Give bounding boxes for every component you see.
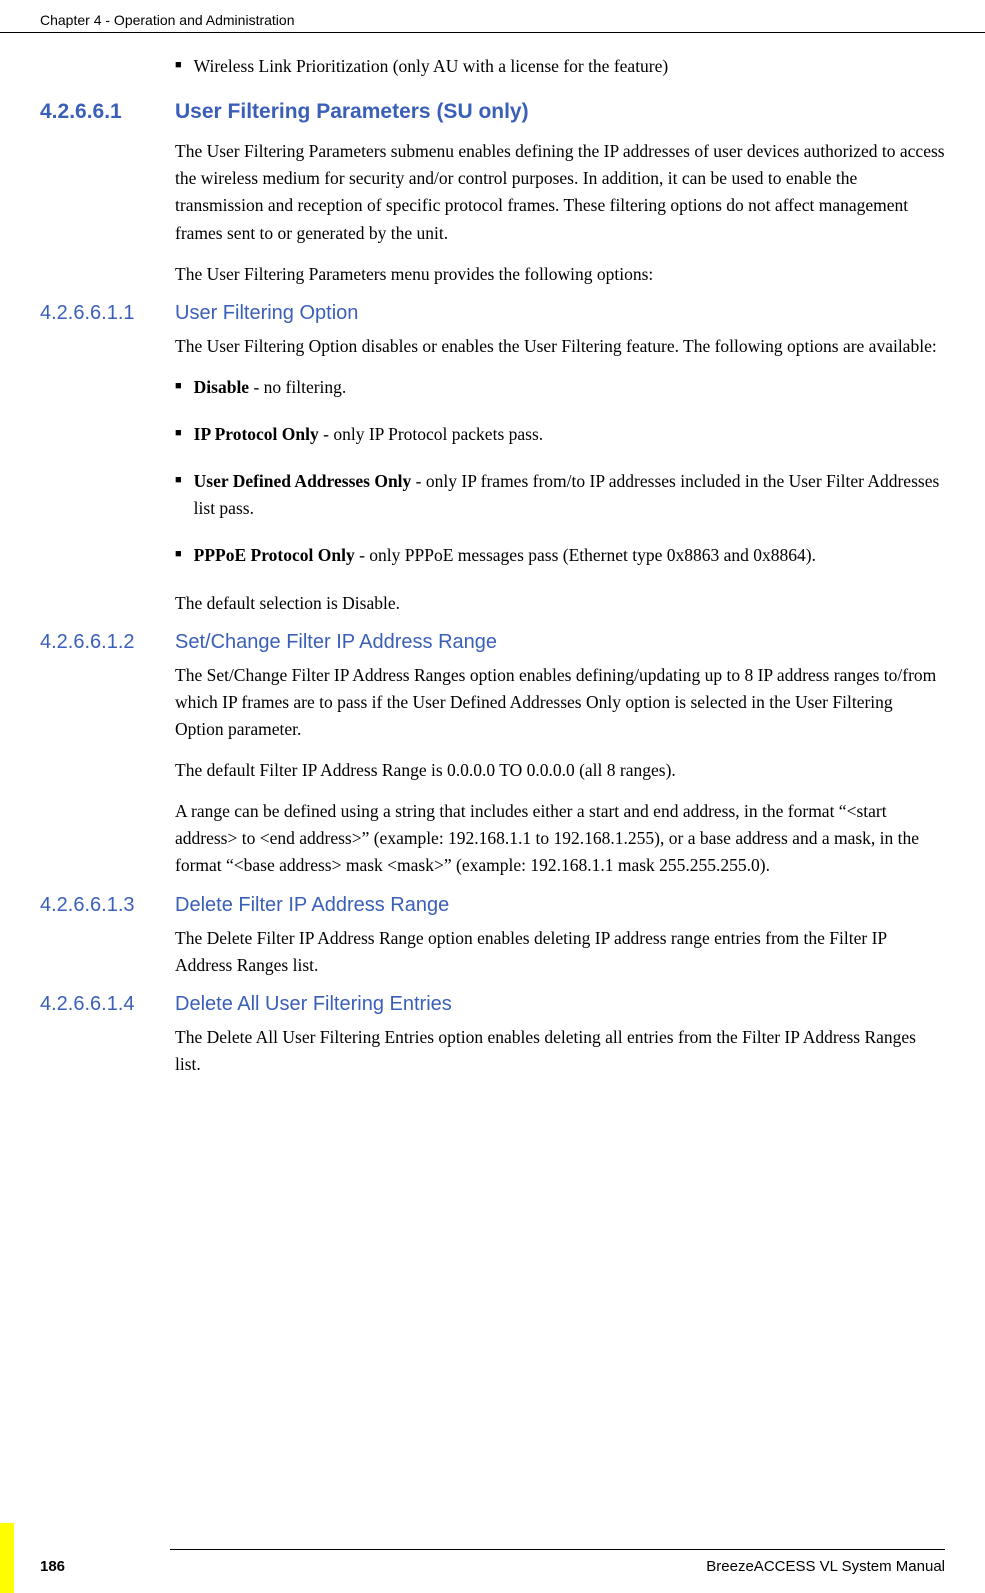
square-bullet-icon: ■ bbox=[175, 380, 182, 392]
bullet-item: ■ User Defined Addresses Only - only IP … bbox=[175, 468, 945, 522]
square-bullet-icon: ■ bbox=[175, 427, 182, 439]
square-bullet-icon: ■ bbox=[175, 59, 182, 71]
section-number: 4.2.6.6.1 bbox=[40, 100, 175, 124]
footer-separator bbox=[170, 1549, 945, 1550]
section-number: 4.2.6.6.1.1 bbox=[40, 302, 175, 325]
page-number: 186 bbox=[40, 1558, 65, 1575]
option-name: IP Protocol Only bbox=[194, 424, 319, 444]
bullet-text: User Defined Addresses Only - only IP fr… bbox=[194, 468, 945, 522]
page-content: ■ Wireless Link Prioritization (only AU … bbox=[0, 33, 985, 1112]
option-desc: - only PPPoE messages pass (Ethernet typ… bbox=[355, 545, 816, 565]
bullet-item: ■ Wireless Link Prioritization (only AU … bbox=[175, 53, 945, 80]
footer-inner: 186 BreezeACCESS VL System Manual bbox=[14, 1549, 985, 1593]
body-paragraph: The Delete Filter IP Address Range optio… bbox=[175, 925, 945, 979]
bullet-text: PPPoE Protocol Only - only PPPoE message… bbox=[194, 542, 816, 569]
option-name: PPPoE Protocol Only bbox=[194, 545, 355, 565]
body-paragraph: The User Filtering Option disables or en… bbox=[175, 333, 945, 360]
square-bullet-icon: ■ bbox=[175, 474, 182, 486]
option-desc: - only IP Protocol packets pass. bbox=[319, 424, 543, 444]
chapter-label: Chapter 4 - Operation and Administration bbox=[40, 12, 294, 28]
section-title: Delete Filter IP Address Range bbox=[175, 894, 945, 917]
body-paragraph: The Set/Change Filter IP Address Ranges … bbox=[175, 662, 945, 743]
subsection-heading: 4.2.6.6.1.3 Delete Filter IP Address Ran… bbox=[40, 894, 945, 917]
bullet-text: Wireless Link Prioritization (only AU wi… bbox=[194, 53, 669, 80]
section-title: Set/Change Filter IP Address Range bbox=[175, 631, 945, 654]
body-paragraph: The default selection is Disable. bbox=[175, 590, 945, 617]
section-title: User Filtering Option bbox=[175, 302, 945, 325]
bullet-text: Disable - no filtering. bbox=[194, 374, 347, 401]
section-number: 4.2.6.6.1.4 bbox=[40, 993, 175, 1016]
bullet-text: IP Protocol Only - only IP Protocol pack… bbox=[194, 421, 543, 448]
bullet-item: ■ PPPoE Protocol Only - only PPPoE messa… bbox=[175, 542, 945, 569]
yellow-side-bar bbox=[0, 1523, 14, 1593]
page-footer: 186 BreezeACCESS VL System Manual bbox=[0, 1523, 985, 1593]
section-heading: 4.2.6.6.1 User Filtering Parameters (SU … bbox=[40, 100, 945, 124]
page-header: Chapter 4 - Operation and Administration bbox=[0, 0, 985, 33]
body-paragraph: A range can be defined using a string th… bbox=[175, 798, 945, 879]
body-paragraph: The Delete All User Filtering Entries op… bbox=[175, 1024, 945, 1078]
section-title: Delete All User Filtering Entries bbox=[175, 993, 945, 1016]
option-name: User Defined Addresses Only bbox=[194, 471, 412, 491]
body-paragraph: The User Filtering Parameters menu provi… bbox=[175, 261, 945, 288]
bullet-item: ■ IP Protocol Only - only IP Protocol pa… bbox=[175, 421, 945, 448]
section-title: User Filtering Parameters (SU only) bbox=[175, 100, 945, 124]
footer-row: 186 BreezeACCESS VL System Manual bbox=[40, 1558, 945, 1575]
option-desc: - no filtering. bbox=[249, 377, 346, 397]
section-number: 4.2.6.6.1.2 bbox=[40, 631, 175, 654]
bullet-item: ■ Disable - no filtering. bbox=[175, 374, 945, 401]
subsection-heading: 4.2.6.6.1.4 Delete All User Filtering En… bbox=[40, 993, 945, 1016]
body-paragraph: The User Filtering Parameters submenu en… bbox=[175, 138, 945, 247]
subsection-heading: 4.2.6.6.1.2 Set/Change Filter IP Address… bbox=[40, 631, 945, 654]
manual-title: BreezeACCESS VL System Manual bbox=[706, 1558, 945, 1575]
body-paragraph: The default Filter IP Address Range is 0… bbox=[175, 757, 945, 784]
option-name: Disable bbox=[194, 377, 249, 397]
square-bullet-icon: ■ bbox=[175, 548, 182, 560]
subsection-heading: 4.2.6.6.1.1 User Filtering Option bbox=[40, 302, 945, 325]
section-number: 4.2.6.6.1.3 bbox=[40, 894, 175, 917]
